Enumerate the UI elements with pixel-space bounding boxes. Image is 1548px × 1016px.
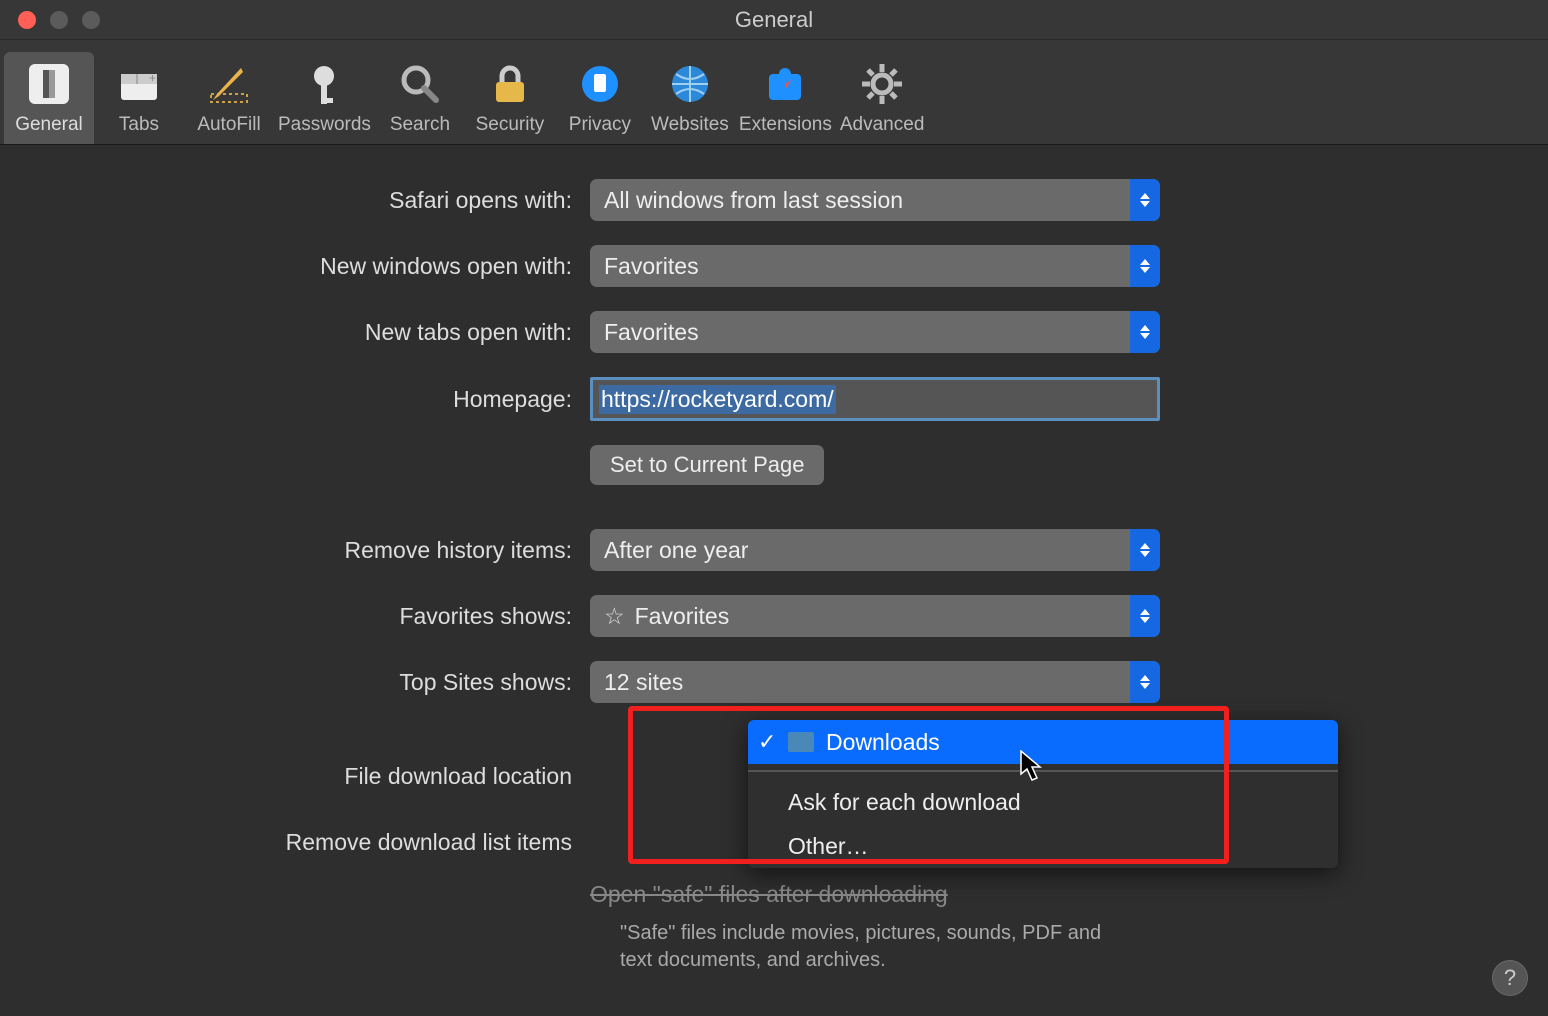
label-topsites-shows: Top Sites shows:: [160, 669, 590, 696]
tab-security[interactable]: Security: [465, 52, 555, 144]
tab-label: Extensions: [739, 114, 832, 136]
safe-files-note: "Safe" files include movies, pictures, s…: [620, 920, 1130, 974]
new-windows-select[interactable]: Favorites: [590, 245, 1160, 287]
websites-icon: [666, 56, 714, 112]
select-value: 12 sites: [604, 669, 683, 696]
tab-search[interactable]: Search: [375, 52, 465, 144]
menu-item-label: Downloads: [826, 729, 940, 756]
tab-advanced[interactable]: Advanced: [836, 52, 929, 144]
passwords-icon: [300, 56, 348, 112]
tabs-icon: +: [115, 56, 163, 112]
tab-general[interactable]: General: [4, 52, 94, 144]
star-icon: ☆: [604, 603, 625, 630]
tab-tabs[interactable]: + Tabs: [94, 52, 184, 144]
select-value: After one year: [604, 537, 748, 564]
label-remove-history: Remove history items:: [160, 537, 590, 564]
menu-item-other[interactable]: Other…: [748, 824, 1338, 868]
help-button[interactable]: ?: [1492, 960, 1528, 996]
homepage-value: https://rocketyard.com/: [599, 385, 836, 414]
chevron-updown-icon: [1130, 245, 1160, 287]
tab-websites[interactable]: Websites: [645, 52, 735, 144]
search-icon: [396, 56, 444, 112]
label-homepage: Homepage:: [160, 386, 590, 413]
security-icon: [486, 56, 534, 112]
new-tabs-select[interactable]: Favorites: [590, 311, 1160, 353]
label-safari-opens-with: Safari opens with:: [160, 187, 590, 214]
select-value: Favorites: [604, 253, 699, 280]
check-icon: ✓: [758, 729, 776, 755]
tab-label: General: [15, 114, 83, 136]
tab-label: Passwords: [278, 114, 371, 136]
tab-label: Security: [476, 114, 545, 136]
svg-text:+: +: [149, 71, 156, 85]
label-new-tabs: New tabs open with:: [160, 319, 590, 346]
select-value: Favorites: [604, 319, 699, 346]
autofill-icon: [205, 56, 253, 112]
gear-icon: [858, 56, 906, 112]
remove-history-select[interactable]: After one year: [590, 529, 1160, 571]
tab-extensions[interactable]: Extensions: [735, 52, 836, 144]
window-title: General: [0, 7, 1548, 33]
menu-separator: [748, 770, 1338, 780]
safari-opens-with-select[interactable]: All windows from last session: [590, 179, 1160, 221]
menu-item-ask-each[interactable]: Ask for each download: [748, 780, 1338, 824]
favorites-shows-select[interactable]: ☆ Favorites: [590, 595, 1160, 637]
tab-passwords[interactable]: Passwords: [274, 52, 375, 144]
tab-privacy[interactable]: Privacy: [555, 52, 645, 144]
chevron-updown-icon: [1130, 595, 1160, 637]
menu-item-downloads[interactable]: ✓ Downloads: [748, 720, 1338, 764]
preferences-toolbar: General + Tabs AutoFill Passwords Search…: [0, 40, 1548, 145]
homepage-field[interactable]: https://rocketyard.com/: [590, 377, 1160, 421]
menu-item-label: Ask for each download: [788, 789, 1021, 816]
tab-label: Websites: [651, 114, 729, 136]
tab-label: Search: [390, 114, 450, 136]
privacy-icon: [576, 56, 624, 112]
set-to-current-page-button[interactable]: Set to Current Page: [590, 445, 824, 485]
tab-label: Privacy: [569, 114, 631, 136]
select-value: Favorites: [635, 603, 730, 630]
download-location-popup: ✓ Downloads Ask for each download Other…: [748, 720, 1338, 868]
folder-icon: [788, 732, 814, 752]
open-safe-files-checkbox-label: Open "safe" files after downloading: [590, 881, 1160, 908]
label-favorites-shows: Favorites shows:: [160, 603, 590, 630]
label-download-location: File download location: [160, 763, 590, 790]
label-new-windows: New windows open with:: [160, 253, 590, 280]
titlebar: General: [0, 0, 1548, 40]
label-remove-downloads: Remove download list items: [160, 829, 590, 856]
chevron-updown-icon: [1130, 661, 1160, 703]
tab-label: AutoFill: [197, 114, 260, 136]
chevron-updown-icon: [1130, 529, 1160, 571]
tab-autofill[interactable]: AutoFill: [184, 52, 274, 144]
general-icon: [25, 56, 73, 112]
topsites-shows-select[interactable]: 12 sites: [590, 661, 1160, 703]
select-value: All windows from last session: [604, 187, 903, 214]
menu-item-label: Other…: [788, 833, 869, 860]
chevron-updown-icon: [1130, 179, 1160, 221]
tab-label: Tabs: [119, 114, 159, 136]
extensions-icon: [761, 56, 809, 112]
chevron-updown-icon: [1130, 311, 1160, 353]
tab-label: Advanced: [840, 114, 925, 136]
